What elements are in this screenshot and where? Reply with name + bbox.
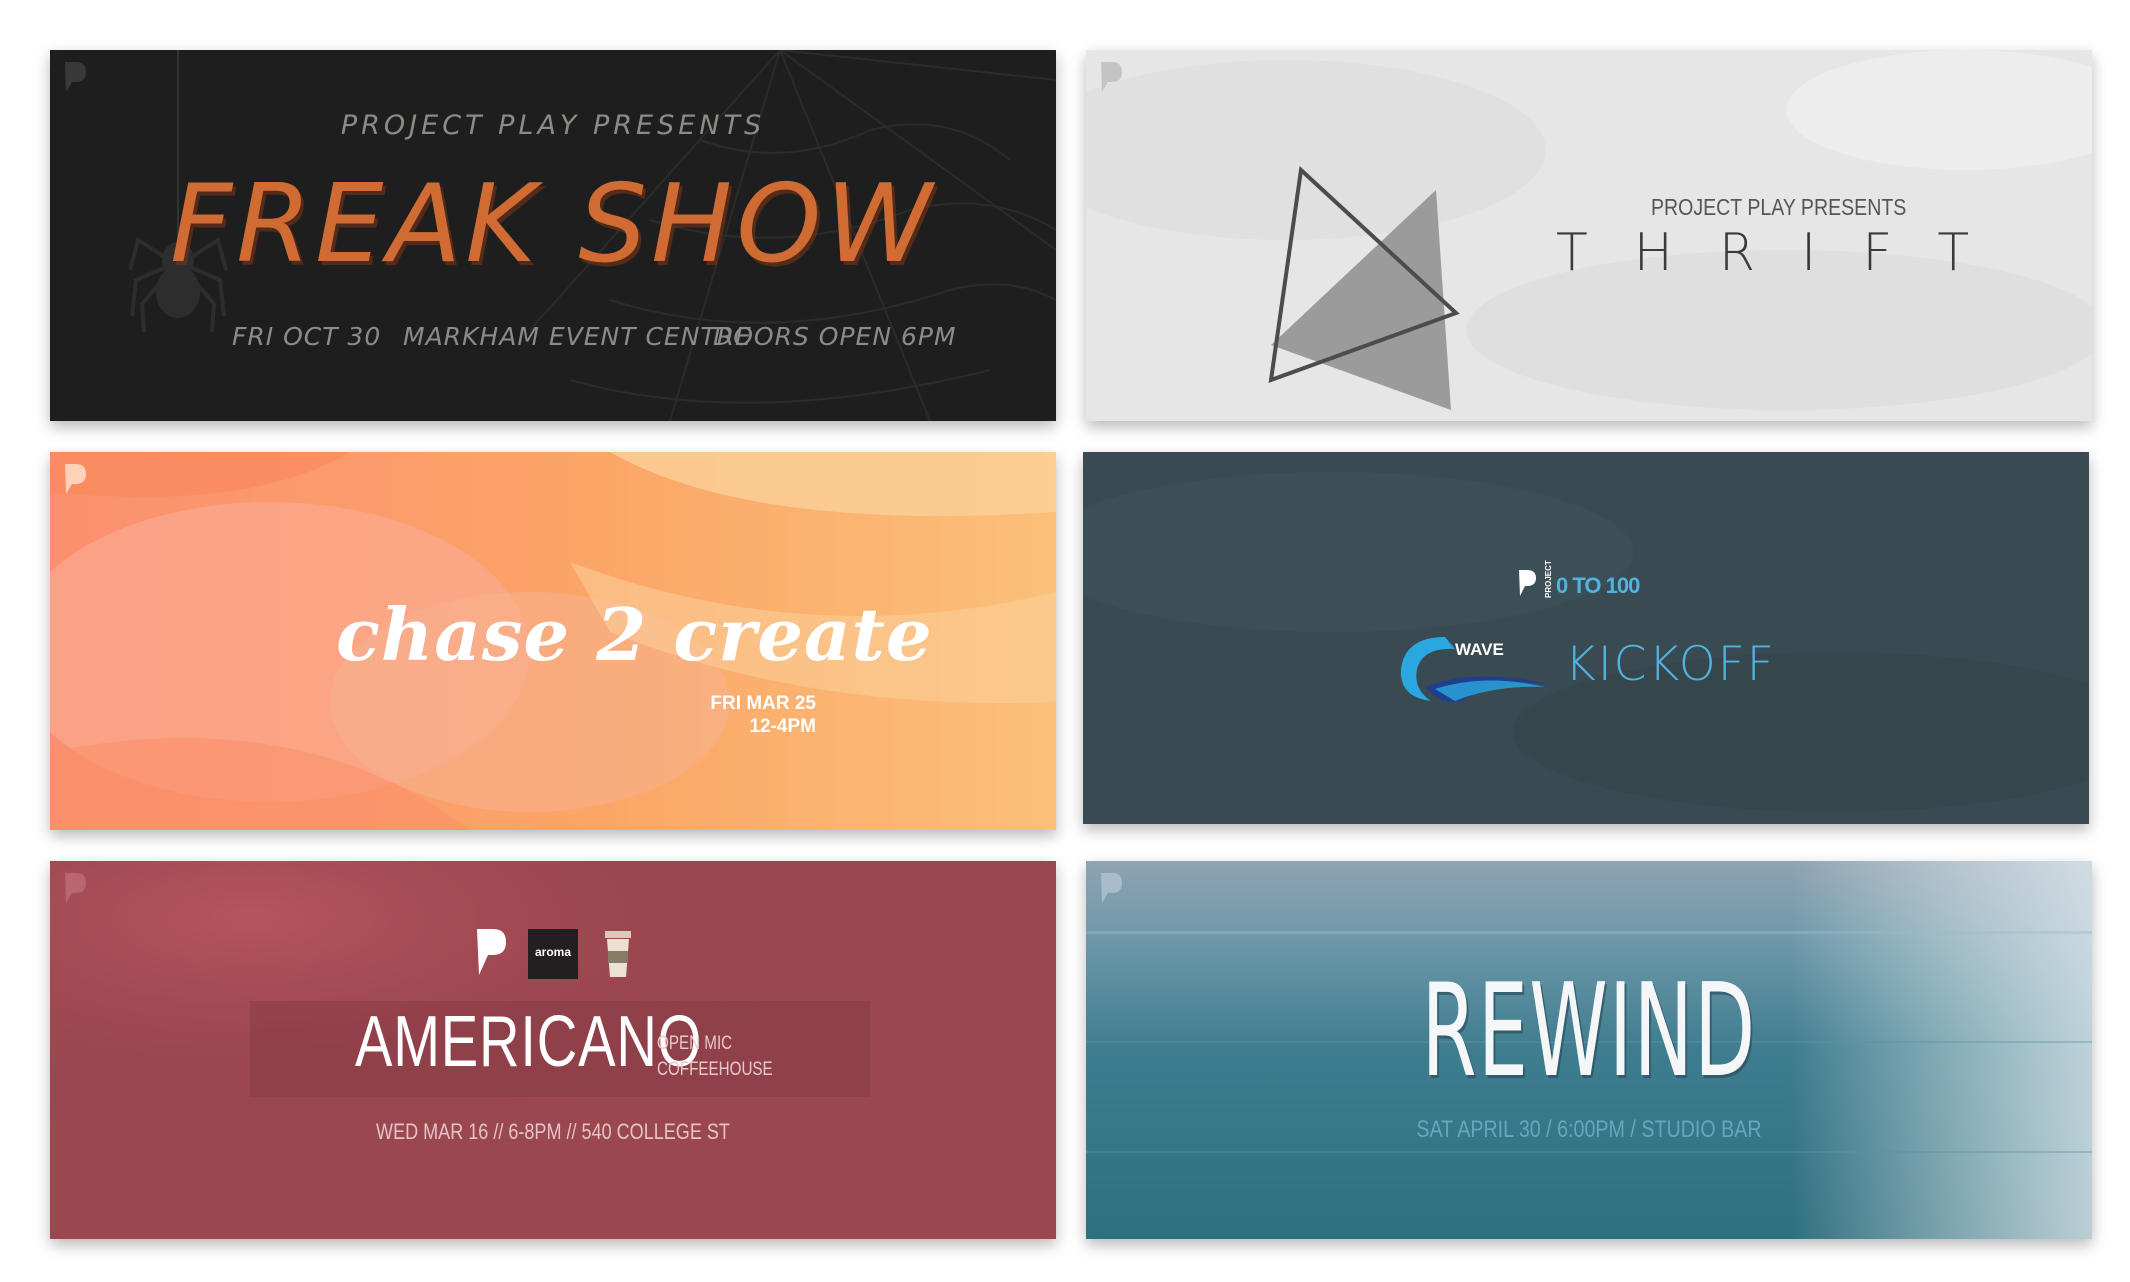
chase-2-create-banner[interactable]: chase 2 create FRI MAR 25 12-4PM bbox=[50, 452, 1056, 830]
freak-show-banner[interactable]: PROJECT PLAY PRESENTS FREAK SHOW FRI OCT… bbox=[50, 50, 1056, 421]
event-date: FRI MAR 25 bbox=[710, 693, 816, 714]
project-play-logo-icon bbox=[1101, 62, 1122, 92]
thrift-banner[interactable]: PROJECT PLAY PRESENTS THRIFT bbox=[1086, 50, 2092, 421]
project-play-logo-icon bbox=[1101, 873, 1122, 903]
presents-text: PROJECT PLAY PRESENTS bbox=[1651, 194, 1907, 220]
event-title: FREAK SHOW bbox=[170, 162, 936, 287]
event-date: FRI OCT 30 bbox=[232, 322, 382, 351]
event-title: AMERICANO bbox=[355, 1002, 703, 1082]
americano-banner[interactable]: aroma AMERICANO OPEN MIC COFFEEHOUSE WED… bbox=[50, 861, 1056, 1239]
event-doors: DOORS OPEN 6PM bbox=[713, 322, 957, 351]
wave-logo-icon bbox=[1400, 637, 1553, 703]
rewind-banner[interactable]: REWIND SAT APRIL 30 / 6:00PM / STUDIO BA… bbox=[1086, 861, 2092, 1239]
project-play-logo-icon bbox=[477, 929, 506, 975]
coffee-cup-icon bbox=[605, 931, 631, 977]
aroma-label: aroma bbox=[534, 945, 572, 959]
event-time: 12-4PM bbox=[749, 716, 816, 737]
aroma-logo: aroma bbox=[528, 929, 578, 979]
project-label: PROJECT bbox=[1544, 560, 1553, 598]
event-date-time: FRI MAR 25 12-4PM bbox=[710, 692, 816, 738]
presents-text: PROJECT PLAY PRESENTS bbox=[340, 110, 766, 141]
project-play-logo-icon bbox=[1519, 570, 1536, 596]
event-title: KICKOFF bbox=[1565, 637, 1776, 692]
project-play-logo-icon bbox=[65, 464, 86, 494]
subtitle-coffeehouse: COFFEEHOUSE bbox=[657, 1059, 773, 1080]
event-venue: MARKHAM EVENT CENTRE bbox=[403, 322, 752, 351]
project-play-logo-icon bbox=[65, 873, 86, 903]
project-play-logo-icon bbox=[65, 62, 86, 92]
triangle-icon bbox=[1268, 165, 1460, 410]
subtitle-open-mic: OPEN MIC bbox=[657, 1033, 733, 1054]
event-title: chase 2 create bbox=[336, 592, 933, 677]
event-info: WED MAR 16 // 6-8PM // 540 COLLEGE ST bbox=[376, 1119, 730, 1144]
wave-kickoff-banner[interactable]: PROJECT 0 TO 100 WAVE KICKOFF bbox=[1083, 452, 2089, 824]
event-title: THRIFT bbox=[1556, 223, 2016, 283]
event-title: REWIND bbox=[1421, 957, 1757, 1106]
event-info: SAT APRIL 30 / 6:00PM / STUDIO BAR bbox=[1416, 1116, 1762, 1143]
zero-to-100-logo: 0 TO 100 bbox=[1556, 573, 1640, 598]
wave-label: WAVE bbox=[1455, 640, 1504, 659]
